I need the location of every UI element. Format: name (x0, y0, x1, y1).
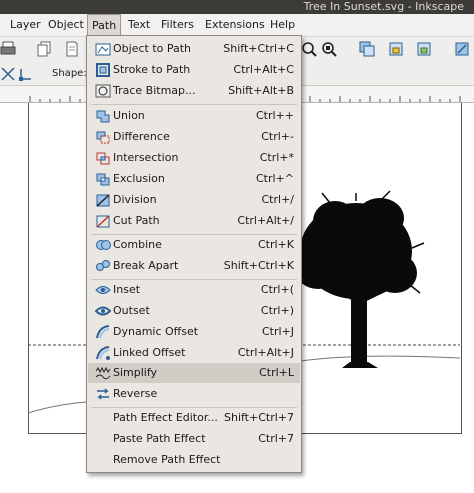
menuitem-union[interactable]: Union Ctrl++ (88, 106, 300, 126)
menuitem-path-effect-editor[interactable]: Path Effect Editor... Shift+Ctrl+7 (88, 408, 300, 428)
menuitem-label: Linked Offset (113, 346, 186, 359)
zoom-page-icon[interactable] (321, 41, 337, 57)
union-icon (96, 110, 110, 123)
menuitem-simplify[interactable]: Simplify Ctrl+L (88, 363, 300, 383)
path-menu-dropdown: Object to Path Shift+Ctrl+C Stroke to Pa… (86, 35, 302, 473)
menuitem-intersection[interactable]: Intersection Ctrl+* (88, 148, 300, 168)
menuitem-label: Paste Path Effect (113, 432, 206, 445)
break-apart-icon (96, 260, 110, 271)
menuitem-shortcut: Ctrl+7 (258, 432, 294, 445)
menuitem-label: Intersection (113, 151, 179, 164)
menuitem-label: Union (113, 109, 145, 122)
menuitem-label: Inset (113, 283, 141, 296)
copy-icon[interactable] (36, 41, 52, 57)
menuitem-division[interactable]: Division Ctrl+/ (88, 190, 300, 210)
dynamic-offset-icon (96, 325, 110, 339)
outset-icon (95, 306, 111, 316)
menuitem-label: Outset (113, 304, 150, 317)
stroke-to-path-icon (96, 63, 110, 77)
title-bar: Tree In Sunset.svg - Inkscape (0, 0, 474, 14)
menuitem-label: Stroke to Path (113, 63, 191, 76)
menuitem-combine[interactable]: Combine Ctrl+K (88, 235, 300, 255)
menuitem-shortcut: Shift+Ctrl+C (223, 42, 294, 55)
shape-label: Shape: (52, 68, 87, 79)
menuitem-shortcut: Ctrl+* (259, 151, 294, 164)
menuitem-shortcut: Ctrl+J (261, 325, 294, 338)
menuitem-label: Combine (113, 238, 162, 251)
menuitem-shortcut: Ctrl+( (260, 283, 294, 296)
menu-text[interactable]: Text (124, 14, 154, 36)
menuitem-label: Path Effect Editor... (113, 411, 218, 424)
menuitem-label: Trace Bitmap... (113, 84, 196, 97)
menuitem-break-apart[interactable]: Break Apart Shift+Ctrl+K (88, 256, 300, 276)
transform-handle-icon[interactable] (18, 66, 34, 82)
menuitem-label: Reverse (113, 387, 158, 400)
menuitem-shortcut: Ctrl+Alt+/ (237, 214, 294, 227)
zoom-drawing-icon[interactable] (301, 41, 317, 57)
menu-bar: Layer Object Path Text Filters Extension… (0, 14, 474, 37)
menu-separator (91, 104, 297, 105)
duplicate-icon[interactable] (359, 41, 375, 57)
exclusion-icon (96, 173, 110, 186)
clone-icon[interactable] (388, 41, 404, 57)
unlink-clone-icon[interactable] (416, 41, 432, 57)
menuitem-shortcut: Ctrl+Alt+J (237, 346, 294, 359)
linked-offset-icon (96, 346, 110, 360)
menuitem-cut-path[interactable]: Cut Path Ctrl+Alt+/ (88, 211, 300, 231)
object-to-path-icon (95, 43, 111, 56)
menu-help[interactable]: Help (266, 14, 299, 36)
menuitem-remove-path-effect[interactable]: Remove Path Effect (88, 450, 300, 470)
menuitem-shortcut: Ctrl+^ (255, 172, 294, 185)
menuitem-label: Division (113, 193, 157, 206)
node-tool-icon[interactable] (0, 66, 16, 82)
menuitem-paste-path-effect[interactable]: Paste Path Effect Ctrl+7 (88, 429, 300, 449)
menuitem-label: Object to Path (113, 42, 192, 55)
menu-object[interactable]: Object (44, 14, 88, 36)
menuitem-shortcut: Ctrl+Alt+C (233, 63, 294, 76)
simplify-icon (95, 366, 111, 380)
menuitem-label: Difference (113, 130, 170, 143)
select-original-icon[interactable] (454, 41, 470, 57)
menuitem-label: Cut Path (113, 214, 160, 227)
menuitem-shortcut: Ctrl+K (257, 238, 294, 251)
cut-path-icon (96, 215, 110, 228)
trace-bitmap-icon (95, 84, 111, 98)
menuitem-label: Remove Path Effect (113, 453, 221, 466)
menuitem-label: Exclusion (113, 172, 165, 185)
menuitem-reverse[interactable]: Reverse (88, 384, 300, 404)
menuitem-label: Break Apart (113, 259, 179, 272)
menu-filters[interactable]: Filters (157, 14, 198, 36)
menuitem-stroke-to-path[interactable]: Stroke to Path Ctrl+Alt+C (88, 60, 300, 80)
window-title: Tree In Sunset.svg - Inkscape (303, 0, 464, 13)
division-icon (96, 194, 110, 207)
menuitem-shortcut: Shift+Ctrl+K (223, 259, 294, 272)
menu-path[interactable]: Path (87, 14, 122, 36)
menuitem-shortcut: Ctrl+L (259, 366, 294, 379)
menu-extensions[interactable]: Extensions (201, 14, 269, 36)
menuitem-inset[interactable]: Inset Ctrl+( (88, 280, 300, 300)
intersection-icon (96, 152, 110, 165)
menuitem-object-to-path[interactable]: Object to Path Shift+Ctrl+C (88, 39, 300, 59)
combine-icon (96, 240, 111, 250)
menuitem-dynamic-offset[interactable]: Dynamic Offset Ctrl+J (88, 322, 300, 342)
inset-icon (95, 286, 111, 294)
menuitem-linked-offset[interactable]: Linked Offset Ctrl+Alt+J (88, 343, 300, 363)
reverse-icon (97, 388, 109, 400)
menuitem-trace-bitmap[interactable]: Trace Bitmap... Shift+Alt+B (88, 81, 300, 101)
menuitem-label: Simplify (113, 366, 158, 379)
menuitem-outset[interactable]: Outset Ctrl+) (88, 301, 300, 321)
menuitem-label: Dynamic Offset (113, 325, 199, 338)
print-icon[interactable] (0, 41, 16, 57)
paste-icon[interactable] (63, 41, 79, 57)
menuitem-shortcut: Ctrl++ (255, 109, 294, 122)
menuitem-shortcut: Ctrl+) (260, 304, 294, 317)
menuitem-shortcut: Shift+Alt+B (228, 84, 294, 97)
menuitem-shortcut: Ctrl+/ (261, 193, 295, 206)
menuitem-exclusion[interactable]: Exclusion Ctrl+^ (88, 169, 300, 189)
menu-layer[interactable]: Layer (6, 14, 45, 36)
difference-icon (96, 131, 110, 144)
menuitem-shortcut: Shift+Ctrl+7 (223, 411, 294, 424)
menuitem-shortcut: Ctrl+- (261, 130, 294, 143)
menuitem-difference[interactable]: Difference Ctrl+- (88, 127, 300, 147)
